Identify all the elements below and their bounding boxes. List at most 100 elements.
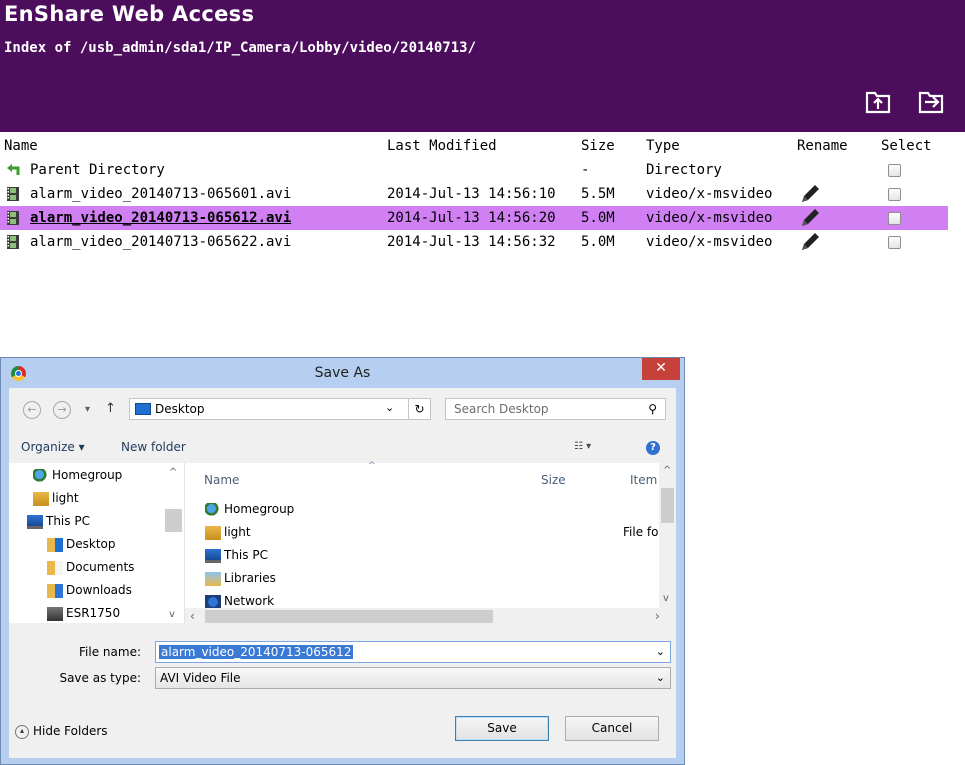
user-folder-icon [33,491,49,506]
select-checkbox[interactable] [888,236,901,249]
nav-label: Documents [66,560,135,574]
address-bar[interactable]: Desktop ⌄ [129,398,409,420]
save-type-label: Save as type: [59,671,141,685]
file-name-dropdown-icon[interactable]: ⌄ [656,645,665,658]
back-button[interactable]: ← [23,401,41,419]
row-size: 5.5M [581,186,615,202]
parent-directory-link[interactable]: Parent Directory [30,158,165,182]
row-size: - [581,162,590,178]
save-type-select[interactable]: AVI Video File ⌄ [155,667,671,689]
nav-item-light[interactable]: light [33,488,79,508]
col-rename: Rename [797,138,848,154]
video-file-icon [7,187,19,201]
computer-icon [205,548,221,563]
pencil-icon[interactable] [799,208,821,228]
pencil-icon[interactable] [799,232,821,252]
save-button[interactable]: Save [455,716,549,741]
row-modified: 2014-Jul-13 14:56:20 [387,210,556,226]
col-size-header[interactable]: Size [541,473,566,487]
scroll-down-icon[interactable]: v [663,593,669,604]
network-device-icon [47,606,63,621]
col-size[interactable]: Size [581,134,615,158]
upload-folder-icon[interactable] [865,88,891,114]
file-name-label: File name: [79,645,141,659]
directory-path: Index of /usb_admin/sda1/IP_Camera/Lobby… [4,40,477,56]
new-folder-button[interactable]: New folder [121,440,186,454]
row-size: 5.0M [581,234,615,250]
file-item-label: Libraries [224,571,276,585]
network-icon [205,594,221,609]
nav-item-this-pc[interactable]: This PC [27,511,90,531]
scroll-up-icon[interactable]: ^ [169,467,177,478]
nav-item-esr1750[interactable]: ESR1750 [47,603,120,623]
address-text: Desktop [155,402,205,416]
parent-directory-row[interactable]: Parent Directory - Directory [0,158,948,182]
nav-scroll-thumb[interactable] [165,509,182,532]
scroll-left-icon[interactable]: ‹ [190,609,195,623]
recent-locations-icon[interactable]: ▾ [85,404,90,415]
organize-button[interactable]: Organize ▾ [21,440,85,454]
file-name-input[interactable]: alarm_video_20140713-065612 ⌄ [155,641,671,663]
col-name-header[interactable]: Name [204,473,239,487]
hide-folders-button[interactable]: ▴ Hide Folders [15,724,108,739]
new-folder-icon[interactable] [918,88,944,114]
file-scroll-thumb[interactable] [661,488,674,523]
nav-scrollbar[interactable]: ^ v [165,463,182,623]
file-hscrollbar[interactable]: ‹ › [185,608,676,625]
col-item-header[interactable]: Item [630,473,657,487]
cancel-button[interactable]: Cancel [565,716,659,741]
file-row[interactable]: alarm_video_20140713-065622.avi 2014-Jul… [0,230,948,254]
file-link[interactable]: alarm_video_20140713-065622.avi [30,230,291,254]
file-row[interactable]: alarm_video_20140713-065601.avi 2014-Jul… [0,182,948,206]
row-modified: 2014-Jul-13 14:56:32 [387,234,556,250]
save-type-dropdown-icon[interactable]: ⌄ [656,671,665,684]
navigation-pane: Homegroup light This PC Desktop Document… [9,463,185,623]
dialog-titlebar[interactable]: Save As ✕ [1,358,684,388]
row-type: Directory [646,162,722,178]
row-type: video/x-msvideo [646,186,773,202]
search-placeholder: Search Desktop [454,402,549,416]
file-item-label: Homegroup [224,502,295,516]
pencil-icon[interactable] [799,184,821,204]
row-type: video/x-msvideo [646,234,773,250]
file-item-label: Network [224,594,275,608]
file-item-libraries[interactable]: Libraries [205,568,276,588]
nav-item-documents[interactable]: Documents [47,557,134,577]
nav-item-homegroup[interactable]: Homegroup [33,465,122,485]
row-modified: 2014-Jul-13 14:56:10 [387,186,556,202]
col-name[interactable]: Name [4,134,38,158]
select-checkbox[interactable] [888,212,901,225]
refresh-icon[interactable]: ↻ [409,398,431,420]
scroll-down-icon[interactable]: v [169,609,175,620]
nav-label: light [52,491,79,505]
scroll-up-icon[interactable]: ^ [663,465,671,476]
close-button[interactable]: ✕ [642,358,680,380]
address-dropdown-icon[interactable]: ⌄ [385,401,394,414]
file-link[interactable]: alarm_video_20140713-065601.avi [30,182,291,206]
nav-item-desktop[interactable]: Desktop [47,534,116,554]
file-item-label: This PC [224,548,268,562]
help-icon[interactable]: ? [646,441,660,455]
select-checkbox[interactable] [888,164,901,177]
file-item-this-pc[interactable]: This PC [205,545,268,565]
save-type-value: AVI Video File [160,671,241,685]
nav-item-downloads[interactable]: Downloads [47,580,132,600]
nav-label: Desktop [66,537,116,551]
forward-button[interactable]: → [53,401,71,419]
dialog-body: ← → ▾ ↑ Desktop ⌄ ↻ Search Desktop ⚲ Org… [9,388,676,758]
downloads-folder-icon [47,583,63,598]
col-last-modified[interactable]: Last Modified [387,134,497,158]
up-arrow-icon[interactable]: ↑ [105,401,116,416]
file-link[interactable]: alarm_video_20140713-065612.avi [30,206,291,230]
file-vscrollbar[interactable]: ^ v [659,463,676,608]
file-item-light[interactable]: light [205,522,251,542]
select-checkbox[interactable] [888,188,901,201]
h-scroll-thumb[interactable] [205,610,493,623]
scroll-right-icon[interactable]: › [655,609,660,623]
file-row-highlighted[interactable]: alarm_video_20140713-065612.avi 2014-Jul… [0,206,948,230]
file-item-label: light [224,525,251,539]
file-item-homegroup[interactable]: Homegroup [205,499,294,519]
search-input[interactable]: Search Desktop ⚲ [445,398,666,420]
col-type[interactable]: Type [646,134,680,158]
view-options-icon[interactable]: ☷ ▾ [574,441,591,452]
